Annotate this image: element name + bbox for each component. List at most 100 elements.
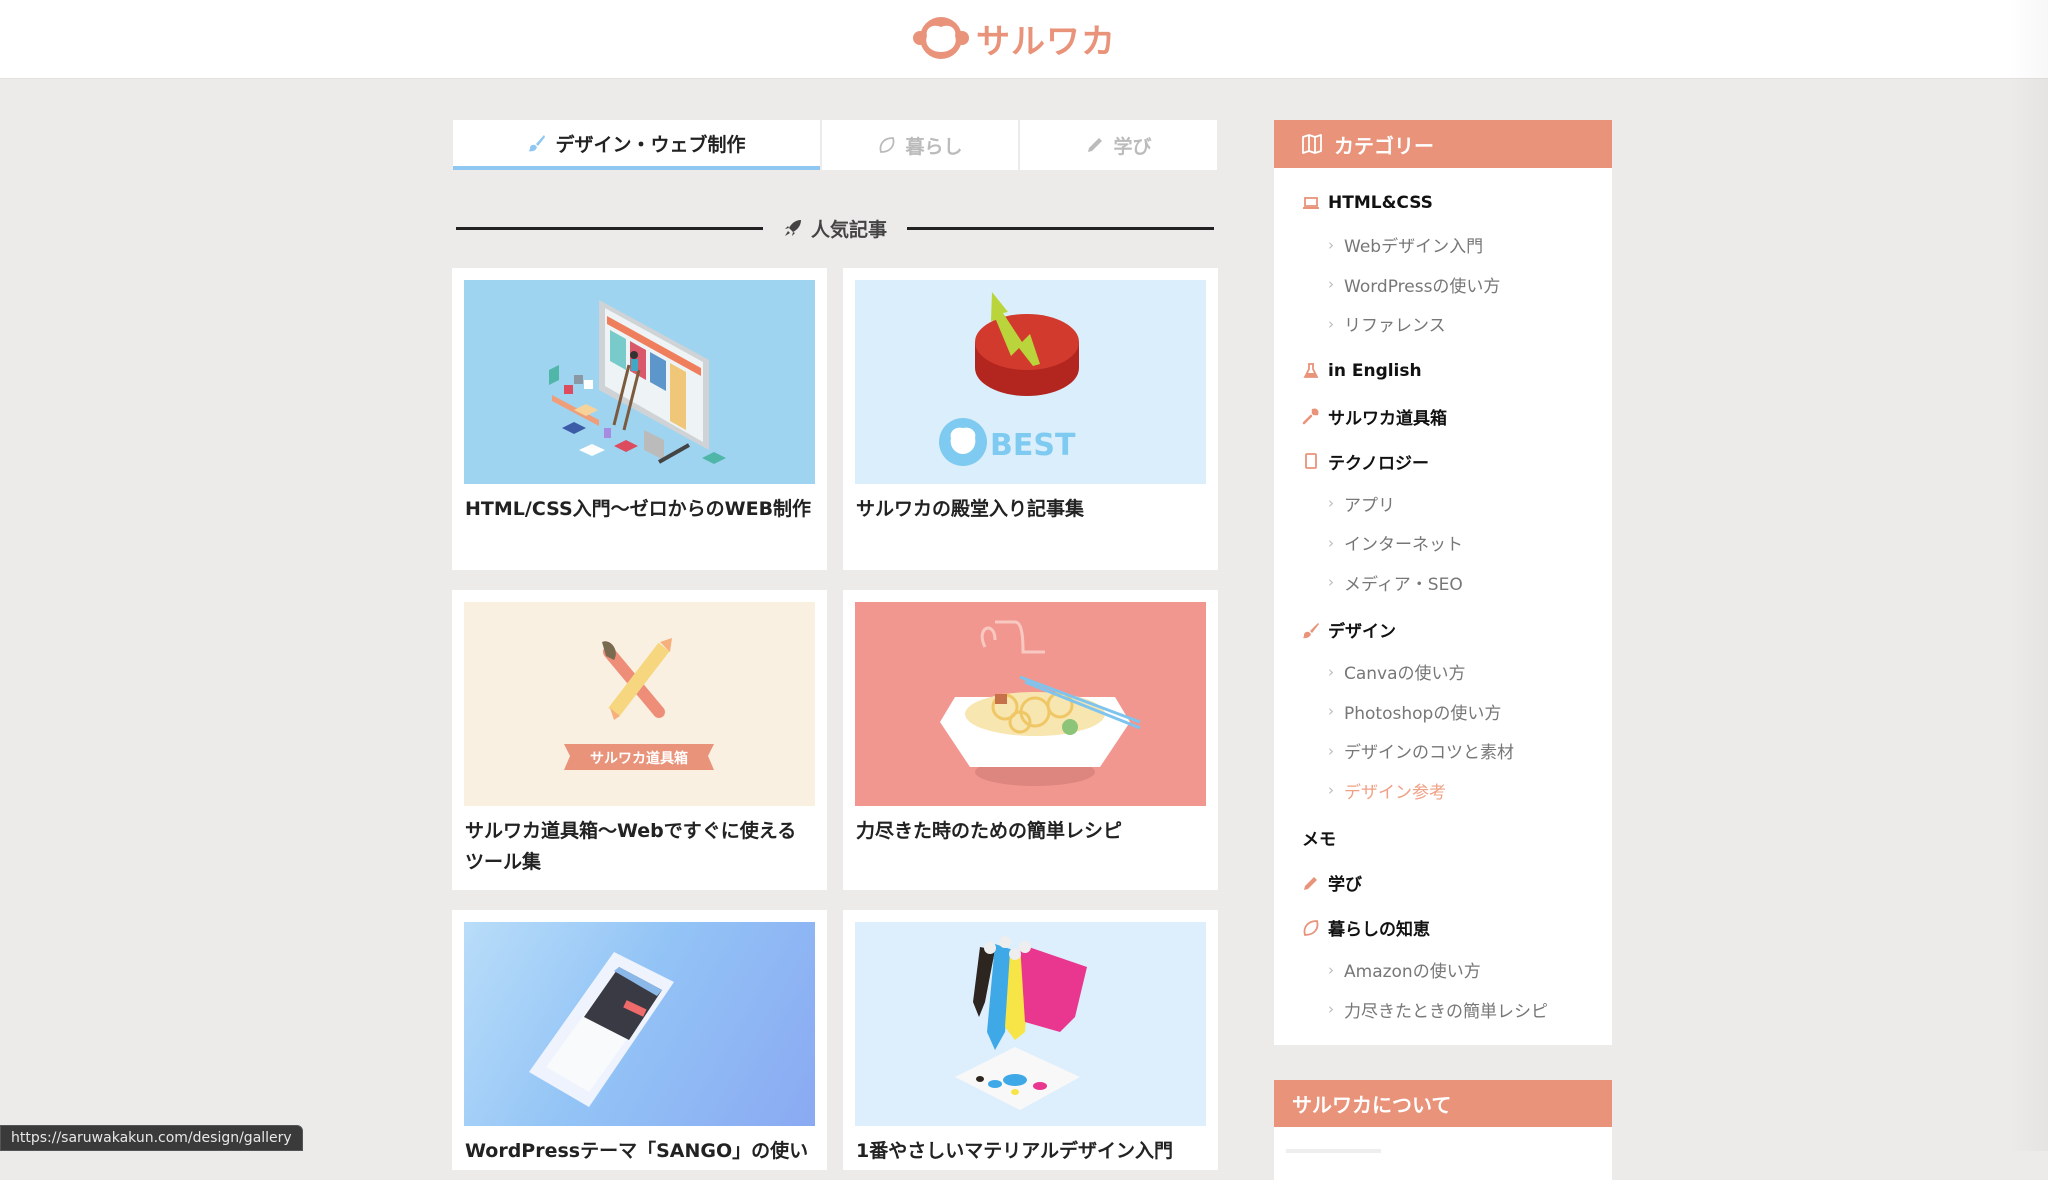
subcategory-label: リファレンス: [1344, 316, 1446, 337]
smartphone-illustration: [529, 952, 674, 1107]
article-thumbnail: [464, 280, 815, 484]
category-link[interactable]: in English: [1274, 349, 1612, 394]
subcategory-label: Photoshopの使い方: [1344, 703, 1502, 724]
category-link[interactable]: 学び: [1274, 860, 1612, 905]
category-label: テクノロジー: [1328, 453, 1429, 474]
link-status-bar: https://saruwakakun.com/design/gallery: [0, 1125, 303, 1151]
chevron-right-icon: ›: [1328, 494, 1334, 513]
site-header: サルワカ: [0, 0, 2048, 79]
about-header: サルワカについて: [1274, 1080, 1612, 1127]
pencil-icon: [1088, 138, 1103, 152]
chevron-right-icon: ›: [1328, 314, 1334, 333]
chevron-right-icon: ›: [1328, 662, 1334, 681]
subcategory-link[interactable]: › インターネット: [1274, 523, 1612, 563]
tab-label: 暮らし: [905, 135, 963, 158]
subcategory-link-current[interactable]: › デザイン参考: [1274, 771, 1612, 811]
subcategory-list: › Amazonの使い方 › 力尽きたときの簡単レシピ: [1274, 950, 1612, 1029]
article-card[interactable]: BEST サルワカの殿堂入り記事集: [843, 268, 1218, 570]
subcategory-label: アプリ: [1344, 495, 1395, 516]
chevron-right-icon: ›: [1328, 781, 1334, 800]
category-label: デザイン: [1328, 622, 1396, 642]
categories-title: カテゴリー: [1334, 133, 1434, 158]
subcategory-link[interactable]: › アプリ: [1274, 484, 1612, 524]
about-widget: サルワカについて: [1274, 1080, 1612, 1180]
article-title: サルワカの殿堂入り記事集: [856, 498, 1085, 520]
subcategory-link[interactable]: › Canvaの使い方: [1274, 652, 1612, 692]
subcategory-link[interactable]: › Amazonの使い方: [1274, 950, 1612, 990]
category-learning: 学び: [1274, 860, 1612, 905]
subcategory-list: › アプリ › インターネット › メディア・SEO: [1274, 484, 1612, 603]
subcategory-link[interactable]: › Webデザイン入門: [1274, 225, 1612, 265]
popular-articles-heading: 人気記事: [456, 210, 1215, 246]
article-thumbnail: [464, 922, 815, 1126]
monkey-logo-icon: [913, 17, 969, 59]
category-design: デザイン › Canvaの使い方 › Photoshopの使い方 › デザインのコツと…: [1274, 607, 1612, 815]
about-content-placeholder: [1286, 1149, 1381, 1153]
article-title: サルワカ道具箱〜Webですぐに使えるツール集: [465, 820, 797, 873]
article-card[interactable]: WordPressテーマ「SANGO」の使い: [452, 910, 827, 1170]
logo-text: サルワカ: [976, 21, 1116, 62]
category-label: 暮らしの知恵: [1328, 920, 1430, 940]
subcategory-label: WordPressの使い方: [1344, 276, 1501, 297]
article-thumbnail: サルワカ道具箱: [464, 602, 815, 806]
paintbrush-icon: [528, 135, 546, 152]
article-title: WordPressテーマ「SANGO」の使い: [465, 1140, 809, 1162]
tab-design-web[interactable]: デザイン・ウェブ制作: [453, 120, 820, 170]
scroll-shade: [2008, 0, 2048, 1151]
article-thumbnail: BEST: [855, 280, 1206, 484]
subcategory-link[interactable]: › リファレンス: [1274, 304, 1612, 344]
about-title: サルワカについて: [1292, 1093, 1452, 1117]
status-url: https://saruwakakun.com/design/gallery: [11, 1130, 292, 1146]
article-title: HTML/CSS入門〜ゼロからのWEB制作: [465, 498, 812, 520]
category-link[interactable]: 暮らしの知恵: [1274, 905, 1612, 950]
tab-living[interactable]: 暮らし: [822, 120, 1018, 170]
subcategory-label: デザインのコツと素材: [1344, 743, 1514, 764]
category-link[interactable]: メモ: [1274, 815, 1612, 860]
pencil-icon: [1304, 876, 1317, 890]
flask-icon: [1303, 363, 1319, 378]
paint-drip-illustration: [955, 936, 1087, 1110]
chevron-right-icon: ›: [1328, 573, 1334, 592]
subcategory-link[interactable]: › メディア・SEO: [1274, 563, 1612, 603]
article-card[interactable]: HTML/CSS入門〜ゼロからのWEB制作: [452, 268, 827, 570]
category-tabs: デザイン・ウェブ制作 暮らし 学び: [453, 120, 1217, 170]
heading-divider-left: [456, 226, 763, 230]
map-icon: [1302, 134, 1322, 154]
article-title: 力尽きた時のための簡単レシピ: [856, 820, 1123, 842]
categories-header: カテゴリー: [1274, 120, 1612, 168]
subcategory-link[interactable]: › デザインのコツと素材: [1274, 731, 1612, 771]
article-card[interactable]: 1番やさしいマテリアルデザイン入門: [843, 910, 1218, 1170]
tab-label: デザイン・ウェブ制作: [555, 133, 746, 156]
subcategory-label: メディア・SEO: [1344, 574, 1463, 595]
section-title-text: 人気記事: [811, 218, 888, 241]
category-link[interactable]: HTML&CSS: [1274, 180, 1612, 225]
chevron-right-icon: ›: [1328, 960, 1334, 979]
wrench-icon: [1302, 408, 1319, 425]
thumb-text: サルワカ道具箱: [590, 750, 688, 767]
category-toolbox: サルワカ道具箱: [1274, 394, 1612, 439]
paintbrush-icon: [1303, 622, 1319, 638]
category-living-wisdom: 暮らしの知恵 › Amazonの使い方 › 力尽きたときの簡単レシピ: [1274, 905, 1612, 1029]
category-link[interactable]: テクノロジー: [1274, 439, 1612, 484]
section-title: 人気記事: [763, 215, 907, 242]
chevron-right-icon: ›: [1328, 533, 1334, 552]
category-link[interactable]: サルワカ道具箱: [1274, 394, 1612, 439]
category-link[interactable]: デザイン: [1274, 607, 1612, 652]
category-memo: メモ: [1274, 815, 1612, 860]
subcategory-link[interactable]: › WordPressの使い方: [1274, 265, 1612, 305]
category-in-english: in English: [1274, 349, 1612, 394]
leaf-icon: [880, 137, 895, 153]
subcategory-label: Amazonの使い方: [1344, 962, 1481, 983]
tablet-icon: [1305, 453, 1317, 469]
subcategory-link[interactable]: › 力尽きたときの簡単レシピ: [1274, 990, 1612, 1030]
chevron-right-icon: ›: [1328, 275, 1334, 294]
subcategory-label: デザイン参考: [1344, 782, 1446, 803]
tab-learning[interactable]: 学び: [1020, 120, 1217, 170]
article-card[interactable]: サルワカ道具箱 サルワカ道具箱〜Webですぐに使えるツール集: [452, 590, 827, 890]
site-logo[interactable]: サルワカ: [912, 14, 1116, 62]
article-thumbnail: [855, 922, 1206, 1126]
article-card[interactable]: 力尽きた時のための簡単レシピ: [843, 590, 1218, 890]
subcategory-link[interactable]: › Photoshopの使い方: [1274, 692, 1612, 732]
chevron-right-icon: ›: [1328, 1000, 1334, 1019]
toolbox-illustration: サルワカ道具箱: [564, 638, 714, 770]
